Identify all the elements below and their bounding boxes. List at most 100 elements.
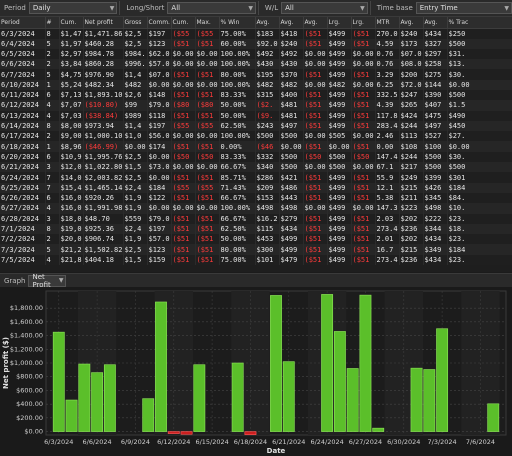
table-cell: ($51: [195, 172, 220, 183]
table-cell: 6/11/2024: [0, 89, 46, 101]
table-cell: ($51: [171, 213, 196, 224]
table-row[interactable]: 6/26/2024 6 $16,0 $920.26 $1,9 $122 ($51 ($51 66…: [0, 192, 512, 204]
table-row[interactable]: 7/5/2024 4 $21,8 $404.18 $1,5 $159 ($51 ($51 75.…: [0, 254, 512, 266]
loss-bar: [167, 431, 180, 434]
table-cell: $497: [423, 120, 448, 132]
column-header[interactable]: Net profit: [83, 17, 124, 29]
table-cell: $2,5: [123, 151, 148, 163]
table-row[interactable]: 6/28/2024 3 $18,0 $48.70 $559 $79.0 ($51 ($51 66…: [0, 213, 512, 224]
column-header[interactable]: Cum.: [171, 17, 196, 29]
table-row[interactable]: 7/1/2024 8 $19,0 $925.36 $2,4 $197 ($51 ($51 62.…: [0, 223, 512, 235]
profit-bar: [333, 331, 346, 432]
table-cell: ($51: [303, 234, 328, 245]
column-header[interactable]: % Trac: [447, 17, 512, 29]
table-row[interactable]: 6/21/2024 3 $12,0 $1,022.80 $1,5 $73.0 $0.00 $0…: [0, 162, 512, 173]
table-cell: $0.00: [147, 203, 172, 214]
column-header[interactable]: Gross: [123, 17, 148, 29]
net-profit-bar-chart: $0.00 $200.00 $400.00 $600.00 $800.00 $1,000.…: [2, 290, 507, 455]
performance-table-container[interactable]: Period # Cum. Net profit Gross Comm. Cum. Max.%…: [0, 17, 512, 272]
table-row[interactable]: 6/18/2024 1 $8,96 ($46.99) $0.00 $174 ($51 ($51…: [0, 141, 512, 152]
column-header[interactable]: Avg.: [399, 17, 424, 29]
table-cell: $84.: [447, 192, 512, 204]
table-cell: $0.00: [327, 141, 352, 152]
table-cell: $0.00: [195, 59, 220, 70]
table-cell: ($51: [303, 100, 328, 111]
table-cell: $499: [327, 172, 352, 183]
column-header[interactable]: Avg.: [303, 17, 328, 29]
table-cell: $443: [279, 192, 304, 204]
table-row[interactable]: 6/24/2024 7 $14,0 $2,003.82 $2,5 $0.00 ($51 ($5…: [0, 172, 512, 183]
table-row[interactable]: 6/6/2024 2 $3,84 $860.28 $996. $57.0 $0.00 $0.0…: [0, 59, 512, 70]
table-cell: $16.2: [255, 213, 280, 224]
column-header[interactable]: Lrg.: [327, 17, 352, 29]
longshort-select[interactable]: All ▼: [167, 2, 256, 14]
table-cell: $500: [327, 151, 352, 163]
table-cell: $460.28: [83, 38, 124, 49]
column-header[interactable]: Max.: [195, 17, 220, 29]
table-cell: $1,471.86: [83, 28, 124, 39]
table-cell: ($51: [351, 141, 376, 152]
column-header[interactable]: % Win: [219, 17, 256, 29]
table-cell: ($51: [195, 213, 220, 224]
column-header[interactable]: Avg.: [255, 17, 280, 29]
x-tick-label: 6/6/2024: [83, 438, 112, 446]
table-cell: 60.00%: [219, 38, 256, 49]
table-row[interactable]: 6/20/2024 6 $10,9 $1,995.76 $2,5 $0.00 ($50 ($5…: [0, 151, 512, 163]
table-row[interactable]: 6/27/2024 4 $16,0 $1,991.98 $1,9 $0.00 $0.00 $0…: [0, 203, 512, 214]
table-cell: $174: [147, 141, 172, 152]
table-cell: ($51: [195, 223, 220, 235]
column-header[interactable]: #: [45, 17, 60, 29]
table-cell: 7/2/2024: [0, 234, 46, 245]
column-header[interactable]: Avg.: [279, 17, 304, 29]
table-row[interactable]: 6/12/2024 4 $7,07 ($10.80) $99 $79.0 ($80 ($80 5…: [0, 100, 512, 111]
table-cell: $73.0: [147, 162, 172, 173]
table-cell: $404.18: [83, 254, 124, 266]
wl-select[interactable]: All ▼: [281, 2, 368, 14]
graph-metric-select[interactable]: Net Profit ▼: [28, 273, 67, 289]
table-row[interactable]: 6/5/2024 2 $2,97 $984.78 $984. $62.0 $0.00 $0.0…: [0, 48, 512, 60]
table-cell: ($51: [195, 234, 220, 245]
wl-select-value: All: [285, 4, 294, 12]
table-row[interactable]: 6/10/2024 1 $5,24 $482.34 $482 $0.00 $0.00 $0.0…: [0, 79, 512, 90]
table-cell: $0.00: [171, 59, 196, 70]
column-header[interactable]: Avg.: [423, 17, 448, 29]
table-cell: $159: [147, 254, 172, 266]
period-select[interactable]: Daily ▼: [28, 2, 118, 14]
table-row[interactable]: 6/17/2024 2 $9,00 $1,000.10 $1,0 $56.0 $0.00 $0…: [0, 131, 512, 142]
table-row[interactable]: 7/2/2024 2 $20,0 $906.74 $1,9 $57.0 ($51 ($51 50…: [0, 234, 512, 245]
table-cell: ($55: [195, 120, 220, 132]
table-cell: 4.39: [375, 100, 400, 111]
table-row[interactable]: 6/14/2024 8 $8,00 $973.94 $1,4 $197 ($55 ($55 62…: [0, 120, 512, 132]
toolbar-divider: [369, 1, 371, 15]
table-cell: $475: [423, 110, 448, 121]
column-header[interactable]: Period: [0, 17, 46, 29]
table-row[interactable]: 6/4/2024 5 $1,97 $460.28 $2,5 $123 ($51 ($51 60.…: [0, 38, 512, 49]
longshort-label: Long/Short: [126, 4, 165, 12]
column-header[interactable]: Cum.: [59, 17, 84, 29]
toolbar-divider: [257, 1, 259, 15]
table-cell: $7,03: [59, 110, 84, 121]
column-header[interactable]: Comm.: [147, 17, 172, 29]
graph-label: Graph: [4, 276, 26, 285]
table-cell: $297: [423, 48, 448, 60]
y-tick-label: $200.00: [16, 414, 43, 422]
table-row[interactable]: 6/7/2024 5 $4,75 $976.90 $1,4 $07.0 ($51 ($51 80…: [0, 69, 512, 80]
chevron-down-icon: ▼: [58, 277, 64, 284]
column-header[interactable]: MTR: [375, 17, 400, 29]
table-cell: ($51: [195, 110, 220, 121]
table-row[interactable]: 6/13/2024 4 $7,03 ($38.84) $989 $118 ($51 ($51 5…: [0, 110, 512, 121]
table-cell: $984.78: [83, 48, 124, 60]
table-row[interactable]: 6/25/2024 7 $15,4 $1,465.14 $2,4 $184 ($55 ($55…: [0, 182, 512, 193]
table-row[interactable]: 7/3/2024 5 $21,2 $1,502.82 $2,5 $123 ($51 ($51 8…: [0, 244, 512, 255]
table-row[interactable]: 6/3/2024 8 $1,47 $1,471.86 $2,5 $197 ($55 ($55 7…: [0, 28, 512, 39]
column-header[interactable]: Lrg.: [351, 17, 376, 29]
table-cell: $236: [399, 254, 424, 266]
table-cell: 3.29: [375, 69, 400, 80]
table-cell: $407: [423, 100, 448, 111]
table-cell: $7,13: [59, 89, 84, 101]
table-cell: $247: [399, 89, 424, 101]
timebase-select[interactable]: Entry Time ▼: [415, 2, 512, 14]
table-cell: $144: [423, 79, 448, 90]
table-cell: ($51: [351, 28, 376, 39]
table-row[interactable]: 6/11/2024 6 $7,13 $1,893.10 $2,6 $148 ($51 ($51…: [0, 89, 512, 101]
